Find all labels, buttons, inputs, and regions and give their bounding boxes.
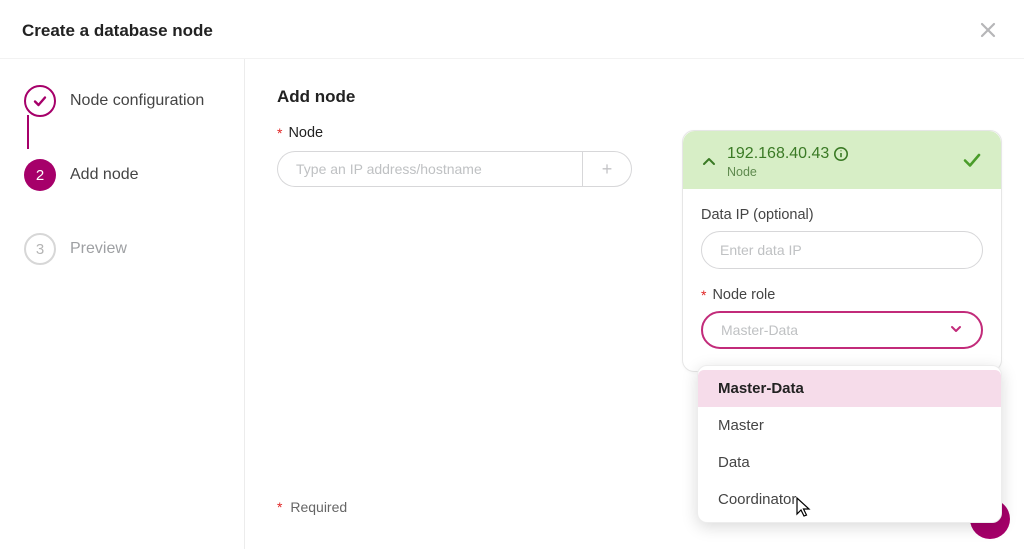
ip-input[interactable] (277, 151, 582, 187)
section-heading: Add node (277, 87, 992, 107)
dropdown-item-data[interactable]: Data (698, 444, 1001, 481)
dropdown-item-coordinator[interactable]: Coordinator (698, 481, 1001, 518)
required-footnote: * Required (277, 499, 347, 515)
add-ip-button[interactable]: + (582, 151, 632, 187)
required-asterisk: * (277, 125, 282, 141)
data-ip-input[interactable] (701, 231, 983, 269)
stepper-sidebar: Node configuration 2 Add node 3 Preview (0, 59, 245, 549)
step-add-node[interactable]: 2 Add node (12, 155, 244, 195)
modal-title: Create a database node (22, 21, 213, 41)
dropdown-item-master[interactable]: Master (698, 407, 1001, 444)
node-panel-subtitle: Node (727, 165, 983, 179)
step-node-configuration[interactable]: Node configuration (12, 81, 244, 121)
node-panel-body: Data IP (optional) * Node role Master-Da… (683, 189, 1001, 371)
info-icon[interactable] (833, 146, 849, 162)
step-label: Preview (70, 240, 127, 258)
step-connector (27, 115, 29, 149)
check-icon (32, 93, 48, 109)
step-preview[interactable]: 3 Preview (12, 229, 244, 269)
step-number: 2 (24, 159, 56, 191)
required-asterisk: * (277, 499, 282, 515)
step-label: Node configuration (70, 92, 204, 110)
chevron-down-icon (949, 322, 963, 339)
dropdown-item-master-data[interactable]: Master-Data (698, 370, 1001, 407)
node-role-selected-placeholder: Master-Data (721, 322, 798, 338)
node-role-dropdown: Master-Data Master Data Coordinator (697, 365, 1002, 523)
node-role-select[interactable]: Master-Data (701, 311, 983, 349)
modal-header: Create a database node (0, 0, 1024, 58)
node-panel: 192.168.40.43 Node Data IP (optional) * … (682, 130, 1002, 372)
step-label: Add node (70, 166, 139, 184)
node-ip-text: 192.168.40.43 (727, 145, 829, 163)
required-text: Required (290, 499, 347, 515)
node-role-label: * Node role (701, 287, 983, 303)
plus-icon: + (602, 159, 613, 180)
node-label-text: Node (288, 125, 323, 141)
data-ip-label: Data IP (optional) (701, 207, 983, 223)
node-panel-header[interactable]: 192.168.40.43 Node (683, 131, 1001, 189)
check-icon (961, 149, 983, 176)
chevron-up-icon (701, 154, 717, 170)
required-asterisk: * (701, 287, 706, 303)
close-button[interactable] (974, 14, 1002, 48)
modal-create-database-node: Create a database node Node configuratio… (0, 0, 1024, 549)
node-panel-title-block: 192.168.40.43 Node (727, 145, 983, 179)
close-icon (978, 20, 998, 40)
step-number: 3 (24, 233, 56, 265)
node-panel-ip: 192.168.40.43 (727, 145, 983, 163)
node-role-label-text: Node role (712, 287, 775, 303)
